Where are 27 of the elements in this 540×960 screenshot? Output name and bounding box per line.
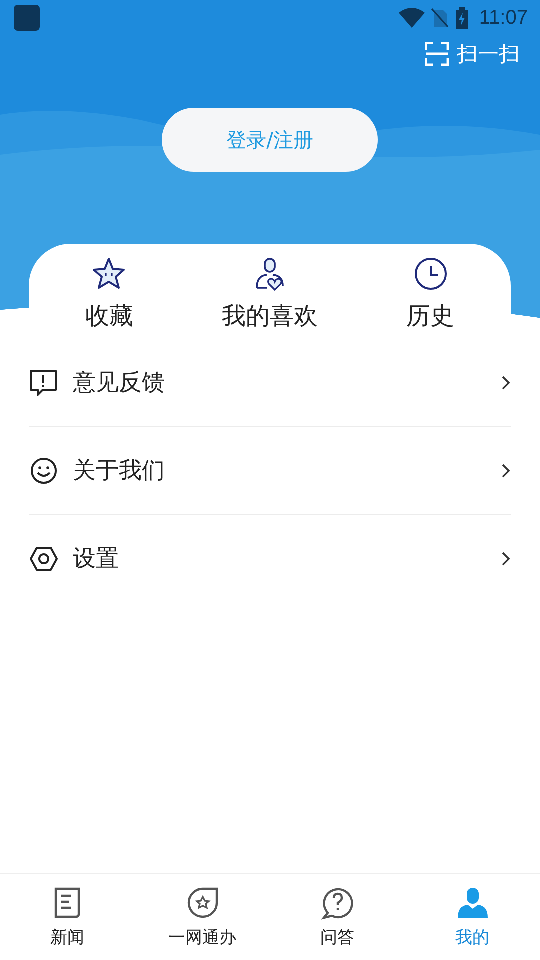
battery-icon: [455, 7, 470, 29]
app-icon: [14, 5, 40, 31]
no-sim-icon: [431, 8, 450, 28]
question-bubble-icon: [320, 886, 354, 920]
person-icon: [456, 886, 490, 920]
tab-bar-item[interactable]: 我的: [405, 874, 540, 960]
status-time: 11:07: [479, 6, 528, 30]
smiley-icon: [29, 456, 59, 486]
star-badge-icon: [186, 886, 220, 920]
tab-bar-item[interactable]: 问答: [270, 874, 405, 960]
wifi-icon: [399, 8, 426, 28]
quick-link-label[interactable]: 收藏: [85, 300, 134, 332]
star-icon[interactable]: [91, 256, 128, 292]
tab-bar-item[interactable]: 新闻: [0, 874, 135, 960]
scan-icon: [425, 42, 449, 66]
chevron-right-icon: [501, 462, 511, 478]
speech-bubble-icon: [29, 368, 59, 398]
menu-item[interactable]: 关于我们: [29, 427, 511, 515]
chevron-right-icon: [501, 550, 511, 566]
tab-bar-item[interactable]: 一网通办: [135, 874, 270, 960]
menu-item[interactable]: 设置: [29, 515, 511, 602]
menu-item[interactable]: 意见反馈: [29, 339, 511, 427]
chevron-right-icon: [501, 374, 511, 390]
quick-link-label[interactable]: 我的喜欢: [222, 300, 318, 332]
scan-button[interactable]: 扫一扫: [425, 36, 520, 72]
clock-icon[interactable]: [412, 256, 449, 292]
quick-link-label[interactable]: 历史: [406, 300, 455, 332]
